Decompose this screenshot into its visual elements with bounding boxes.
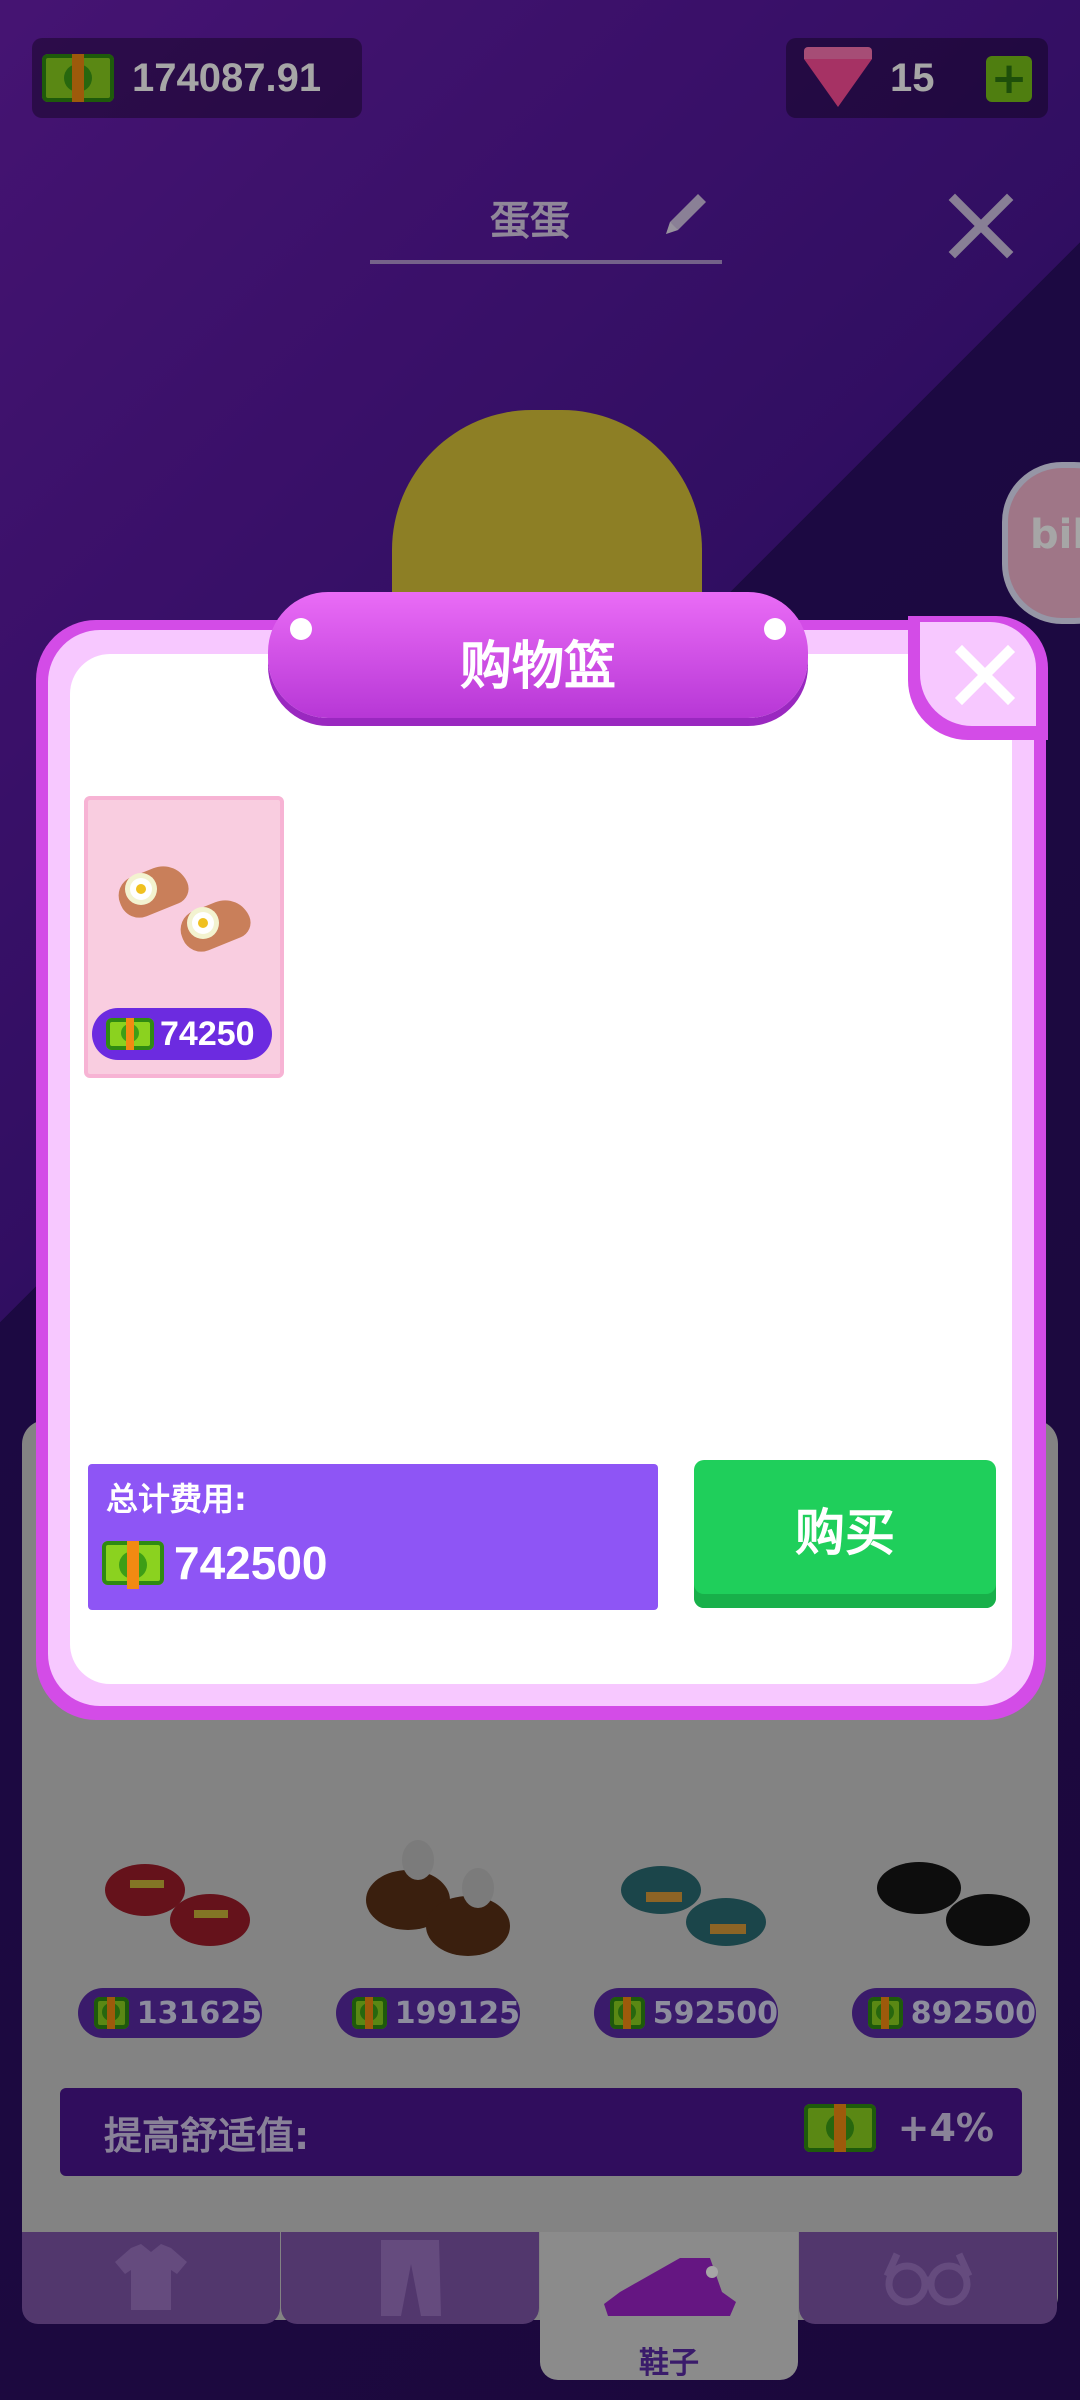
total-amount: 742500 (174, 1537, 328, 1589)
close-icon[interactable] (950, 640, 1020, 710)
cash-icon (102, 1541, 164, 1589)
total-cost-box: 总计费用: 742500 (88, 1464, 658, 1610)
sandal-left (112, 858, 194, 924)
basket-title: 购物篮 (459, 637, 616, 697)
basket-item[interactable]: 74250 (84, 796, 284, 1078)
sandal-right (174, 892, 256, 958)
cash-icon (106, 1018, 154, 1050)
basket-title-tab: 购物篮 (268, 592, 808, 718)
buy-button[interactable]: 购买 (694, 1460, 996, 1608)
flower-icon (192, 912, 214, 934)
total-label: 总计费用: (106, 1480, 247, 1518)
flower-icon (130, 878, 152, 900)
item-price: 74250 (160, 1014, 255, 1053)
item-price-pill: 74250 (92, 1008, 272, 1060)
total-amount-row: 742500 (102, 1536, 328, 1590)
